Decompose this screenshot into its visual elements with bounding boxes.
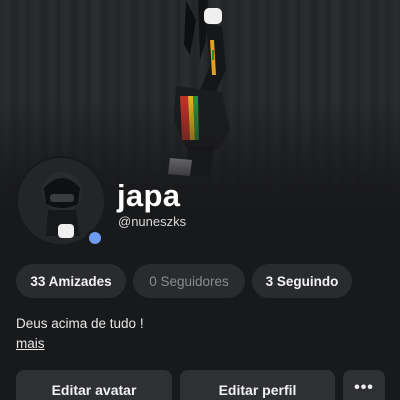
display-name: japa xyxy=(117,178,181,213)
edit-avatar-button[interactable]: Editar avatar xyxy=(16,370,172,400)
bio-text: Deus acima de tudo ! xyxy=(16,316,144,331)
online-status-indicator xyxy=(86,229,104,247)
followers-count-button[interactable]: 0 Seguidores xyxy=(133,264,245,298)
following-count-button[interactable]: 3 Seguindo xyxy=(252,264,352,298)
username: @nuneszks xyxy=(118,214,187,229)
ellipsis-icon: ••• xyxy=(354,379,374,396)
bio-more-link[interactable]: mais xyxy=(16,336,45,351)
more-options-button[interactable]: ••• xyxy=(343,370,385,400)
avatar[interactable] xyxy=(16,156,106,247)
friends-count-button[interactable]: 33 Amizades xyxy=(16,264,126,298)
edit-profile-button[interactable]: Editar perfil xyxy=(180,370,335,400)
